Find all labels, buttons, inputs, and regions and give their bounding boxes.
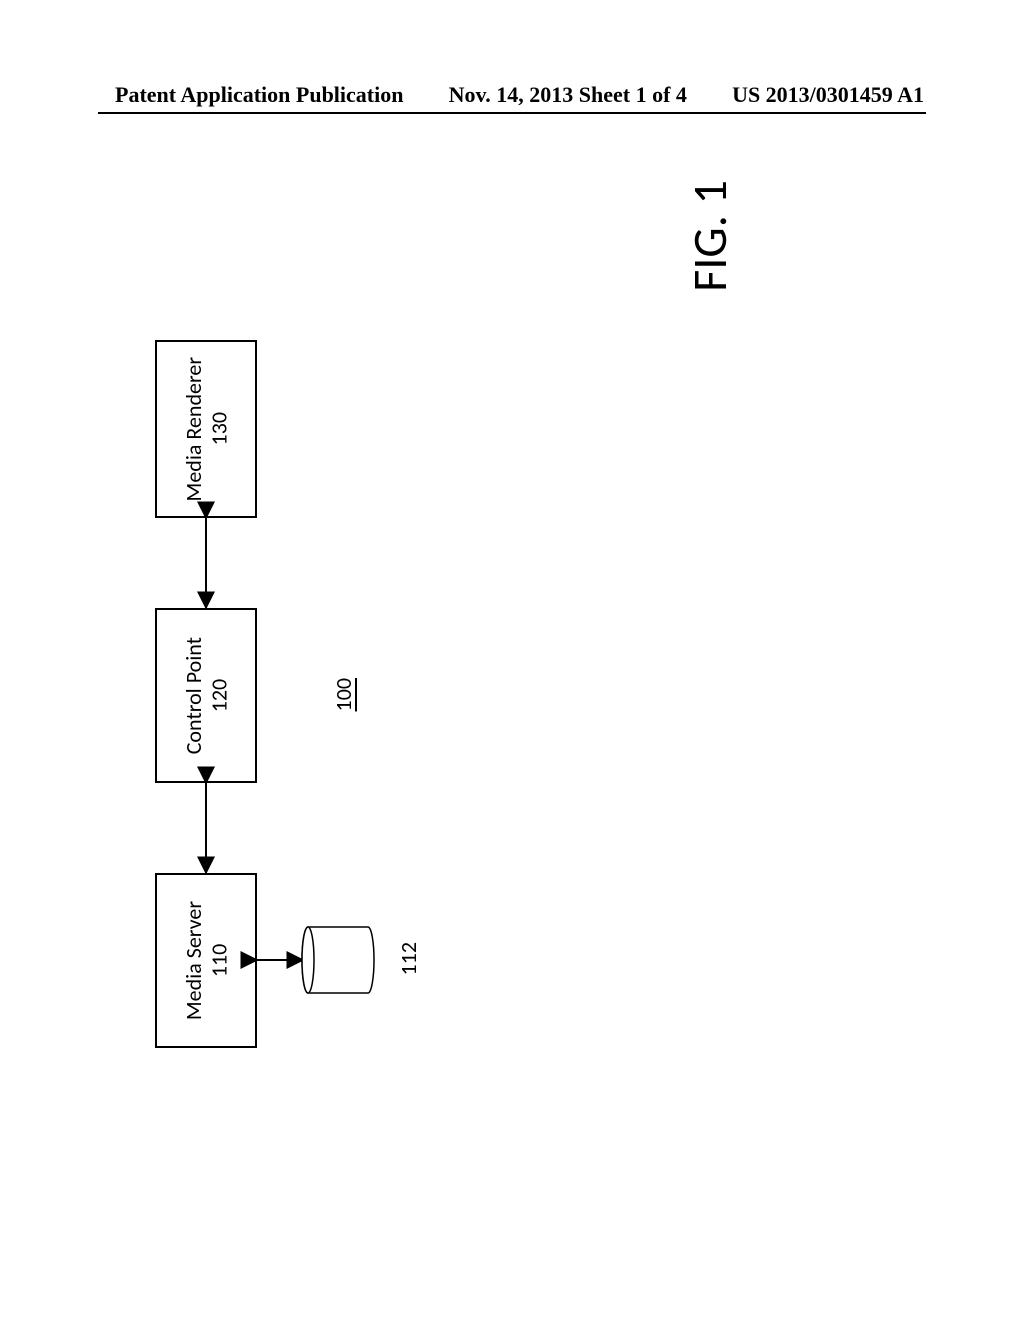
header-right: US 2013/0301459 A1 [732, 82, 924, 108]
system-ref: 100 [330, 678, 357, 711]
header-left: Patent Application Publication [115, 82, 403, 108]
figure-area: Media Server 110 Control Point 120 Media… [100, 150, 920, 1210]
page-header: Patent Application Publication Nov. 14, … [0, 82, 1024, 114]
figure-label: FIG. 1 [680, 180, 739, 292]
database-icon [302, 927, 374, 993]
database-ref: 112 [395, 942, 422, 975]
system-diagram: Media Server 110 Control Point 120 Media… [115, 260, 585, 1090]
diagram-connectors [115, 260, 585, 1090]
header-center: Nov. 14, 2013 Sheet 1 of 4 [449, 82, 687, 108]
header-rule [98, 112, 926, 114]
